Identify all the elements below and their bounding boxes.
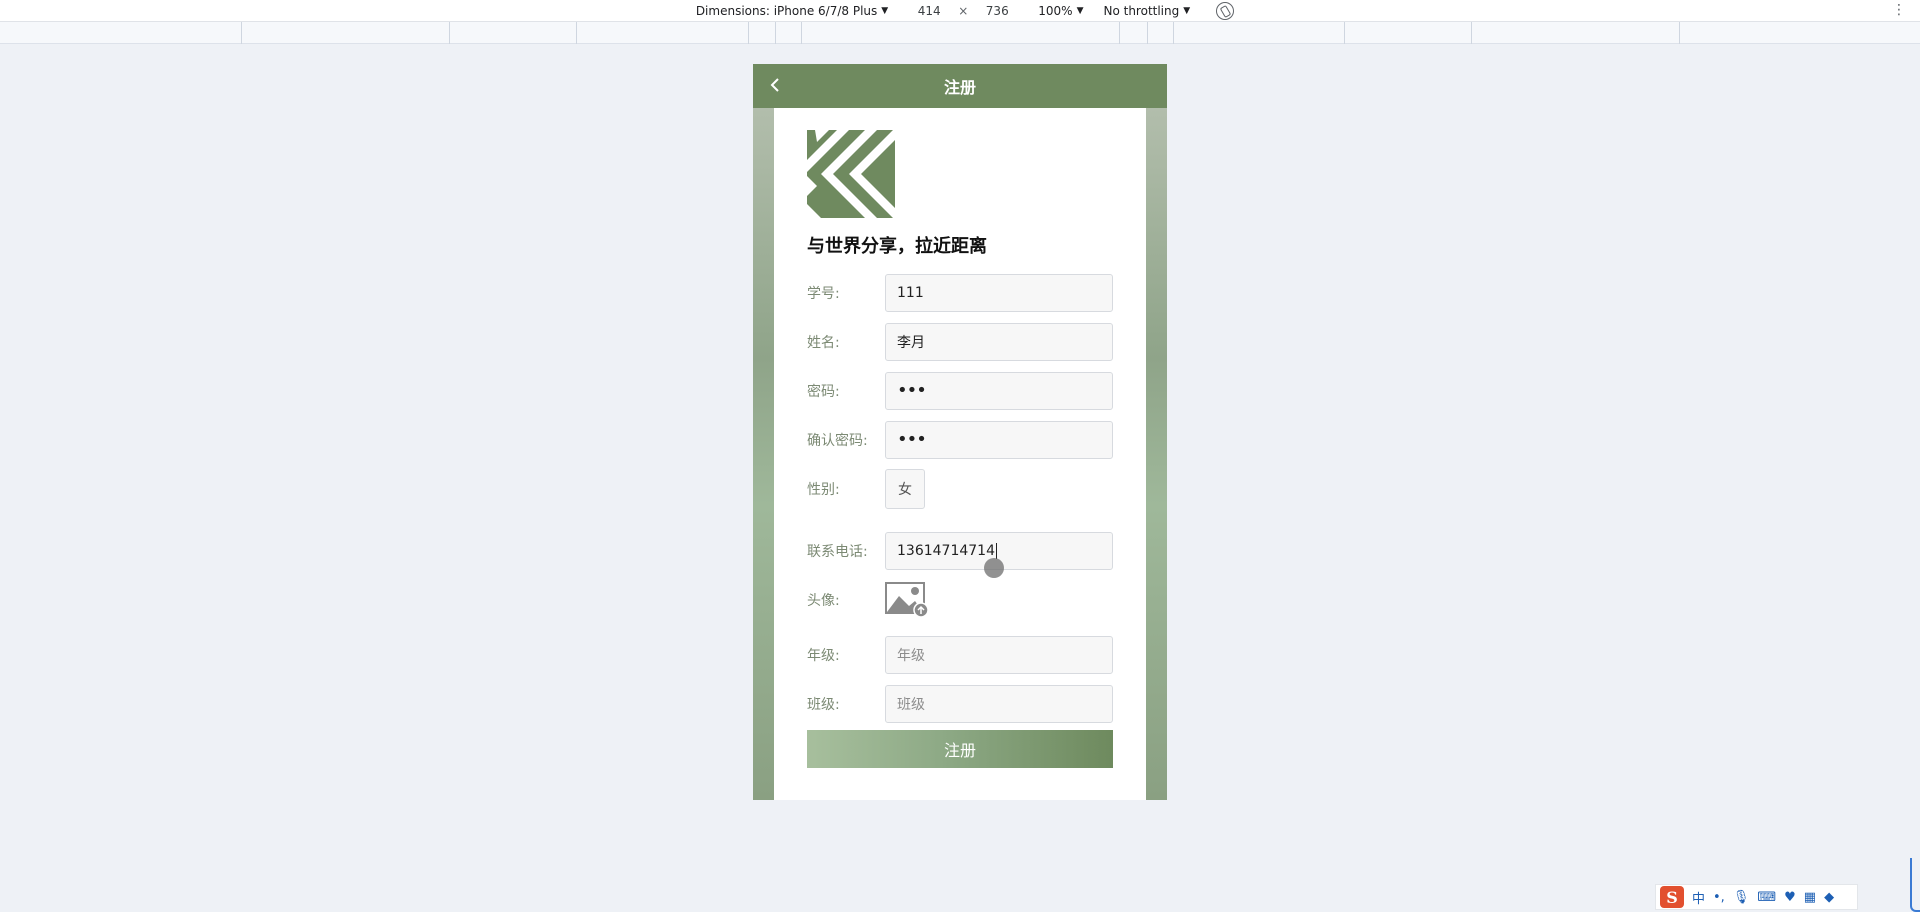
grade-input[interactable]: 年级 [885,636,1113,674]
password-input[interactable]: ••• [885,372,1113,410]
zoom-value: 100% [1038,3,1073,18]
register-button[interactable]: 注册 [807,730,1113,768]
times-sign: × [958,3,969,18]
phone-label: 联系电话: [807,544,868,560]
form-row-grade: 年级: 年级 [807,636,1113,674]
keyboard-icon[interactable]: ⌨ [1757,890,1776,905]
ime-toolbar: S 中 •, 🎙 ⌨ ♥ ▦ ◆ [1655,884,1858,910]
caret-down-icon: ▼ [1076,5,1084,16]
form-row-confirm-password: 确认密码: ••• [807,421,1113,459]
page-title: 注册 [943,78,976,97]
student-id-input[interactable]: 111 [885,274,1113,312]
back-arrow-icon[interactable] [767,77,783,93]
touch-pointer [984,558,1004,578]
form-row-student-id: 学号: 111 [807,274,1113,312]
caret-down-icon: ▼ [881,5,889,16]
form-row-password: 密码: ••• [807,372,1113,410]
name-label: 姓名: [807,335,840,351]
student-id-label: 学号: [807,286,840,302]
form-row-gender: 性别: 女 [807,469,1113,509]
grade-label: 年级: [807,648,840,664]
class-input[interactable]: 班级 [885,685,1113,723]
register-card: 与世界分享，拉近距离 学号: 111 姓名: 李月 密码: ••• 确认密码: … [774,108,1146,800]
zoom-selector[interactable]: 100% ▼ [1038,4,1083,18]
rotate-icon[interactable] [1216,1,1235,20]
device-selector[interactable]: Dimensions: iPhone 6/7/8 Plus ▼ [696,4,888,18]
caret-down-icon: ▼ [1183,5,1191,16]
device-dimensions-label: Dimensions: iPhone 6/7/8 Plus [695,3,878,18]
skin-icon[interactable]: ♥ [1784,890,1796,905]
text-cursor [995,543,997,559]
viewport-width-input[interactable]: 414 [908,4,950,18]
media-query-ruler [0,22,1920,44]
form-row-class: 班级: 班级 [807,685,1113,723]
app-logo-icon [807,130,895,218]
devtools-device-toolbar: Dimensions: iPhone 6/7/8 Plus ▼ 414 × 73… [0,0,1920,22]
gender-selector[interactable]: 女 [885,469,925,509]
microphone-icon[interactable]: 🎙 [1733,890,1750,905]
form-row-phone: 联系电话: 13614714714 [807,532,1113,570]
avatar-label: 头像: [807,593,840,609]
game-icon[interactable]: ◆ [1824,890,1834,905]
ime-mode-toggle[interactable]: 中 [1692,888,1705,907]
toolbox-icon[interactable]: ▦ [1804,890,1816,905]
password-label: 密码: [807,384,840,400]
slogan-heading: 与世界分享，拉近距离 [807,236,987,257]
phone-viewport: 注册 与世界分享，拉近距离 学号: 111 姓名: 李月 密码: ••• 确认密… [753,64,1167,800]
class-label: 班级: [807,697,840,713]
sogou-logo-icon[interactable]: S [1660,886,1684,908]
nav-bar: 注册 [753,64,1167,108]
confirm-password-label: 确认密码: [807,433,868,449]
throttling-selector[interactable]: No throttling ▼ [1103,4,1190,18]
scroll-indicator[interactable] [1910,858,1920,912]
name-input[interactable]: 李月 [885,323,1113,361]
form-row-name: 姓名: 李月 [807,323,1113,361]
more-options-icon[interactable]: ⋮ [1892,3,1906,17]
gender-label: 性别: [807,482,840,498]
image-upload-icon[interactable] [885,582,929,618]
ime-punctuation-toggle[interactable]: •, [1713,890,1725,905]
form-row-avatar: 头像: [807,581,1113,619]
viewport-height-input[interactable]: 736 [976,4,1018,18]
throttling-value: No throttling [1103,3,1180,18]
confirm-password-input[interactable]: ••• [885,421,1113,459]
phone-value: 13614714714 [897,543,995,559]
